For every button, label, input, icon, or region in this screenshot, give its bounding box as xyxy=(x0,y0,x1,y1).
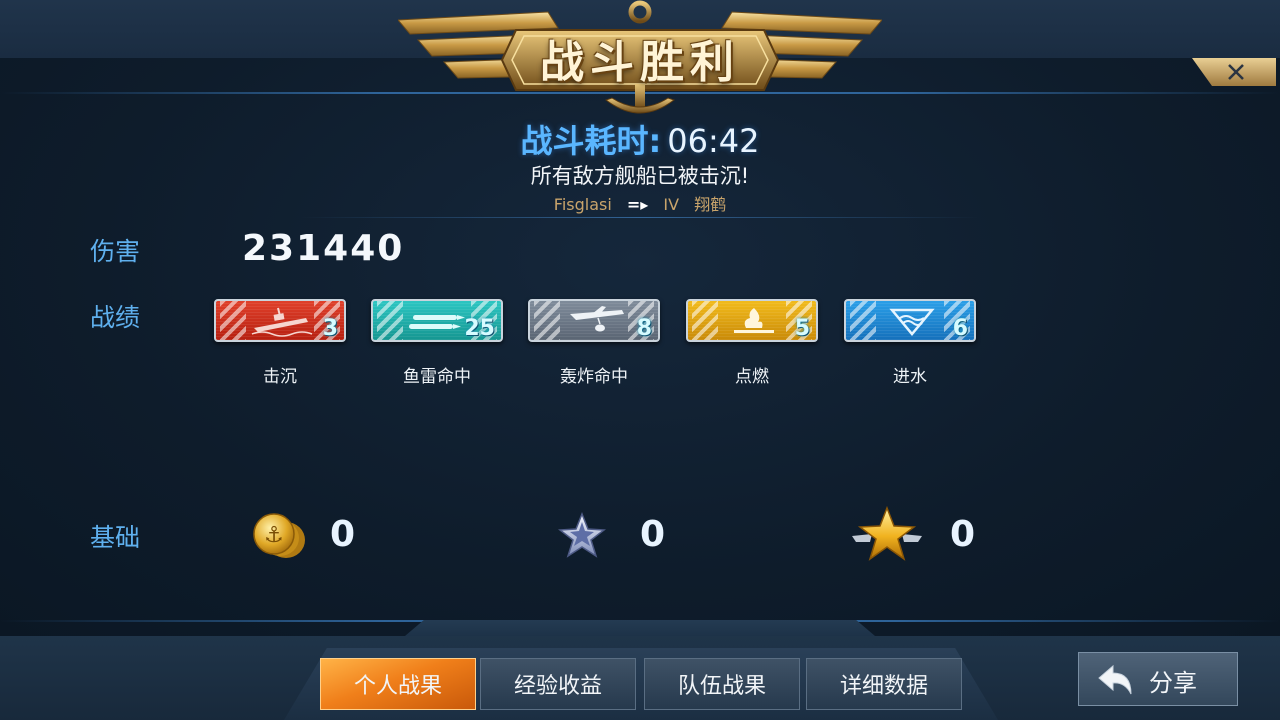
badge-stripe xyxy=(377,301,403,340)
gold-coin-icon: ⚓ xyxy=(253,513,305,558)
tab-detailed-data[interactable]: 详细数据 xyxy=(806,658,962,710)
arrow-right-icon: =▸ xyxy=(626,195,649,214)
flooding-icon xyxy=(889,308,935,336)
achievement-count: 25 xyxy=(464,316,495,341)
achievement-count: 3 xyxy=(322,316,338,341)
achievement-label-sink: 击沉 xyxy=(263,367,297,387)
achievement-label-bomb: 轰炸命中 xyxy=(560,367,628,387)
basics-label: 基础 xyxy=(90,523,141,552)
achievement-count: 5 xyxy=(794,316,810,341)
torpedo-icon xyxy=(409,315,465,329)
gold-star-icon xyxy=(852,506,922,561)
tab-experience-gain[interactable]: 经验收益 xyxy=(480,658,636,710)
achievement-label-flood: 进水 xyxy=(893,367,927,387)
achievement-badge-sink[interactable]: 3 xyxy=(214,299,346,342)
close-icon xyxy=(1228,64,1244,80)
battle-duration: 战斗耗时: 06:42 xyxy=(440,116,840,162)
achievement-badge-torpedo[interactable]: 25 xyxy=(371,299,503,342)
result-message: 所有敌方舰船已被击沉! xyxy=(530,164,750,188)
share-button[interactable]: 分享 xyxy=(1078,652,1238,706)
badge-stripe xyxy=(220,301,246,340)
close-button[interactable] xyxy=(1192,58,1276,86)
summary-divider xyxy=(300,217,980,218)
damage-value: 231440 xyxy=(242,228,405,269)
player-ship-line: Fisglasi =▸ IV 翔鹤 xyxy=(440,191,840,215)
badge-stripe xyxy=(692,301,718,340)
bomber-icon xyxy=(570,306,624,332)
ship-tier: IV xyxy=(663,195,680,214)
duration-label: 战斗耗时: xyxy=(520,122,662,160)
victory-title: 战斗胜利 xyxy=(540,37,740,88)
svg-text:⚓: ⚓ xyxy=(264,523,284,548)
tab-team-results[interactable]: 队伍战果 xyxy=(644,658,800,710)
achievement-badge-flood[interactable]: 6 xyxy=(844,299,976,342)
share-label: 分享 xyxy=(1149,669,1197,697)
achievement-label-torpedo: 鱼雷命中 xyxy=(403,367,471,387)
badge-stripe xyxy=(850,301,876,340)
sinking-ship-icon xyxy=(251,307,313,337)
silver-star-icon xyxy=(558,512,606,558)
achievement-label-fire: 点燃 xyxy=(735,367,769,387)
achievement-count: 8 xyxy=(636,316,652,341)
badge-stripe xyxy=(534,301,560,340)
achievement-count: 6 xyxy=(952,316,968,341)
credits-value: 0 xyxy=(330,514,356,555)
free-experience-value: 0 xyxy=(950,514,976,555)
player-name: Fisglasi xyxy=(553,195,612,214)
ship-name: 翔鹤 xyxy=(694,195,727,214)
achievements-label: 战绩 xyxy=(90,303,141,332)
achievement-badge-bomb[interactable]: 8 xyxy=(528,299,660,342)
tab-personal-results[interactable]: 个人战果 xyxy=(320,658,476,710)
achievement-badge-fire[interactable]: 5 xyxy=(686,299,818,342)
tab-shelf xyxy=(405,620,875,636)
experience-value: 0 xyxy=(640,514,666,555)
fire-icon xyxy=(734,308,774,333)
return-arrow-icon xyxy=(1098,664,1132,695)
victory-emblem: 战斗胜利 xyxy=(396,0,884,125)
damage-label: 伤害 xyxy=(90,237,141,266)
duration-value: 06:42 xyxy=(667,122,760,160)
